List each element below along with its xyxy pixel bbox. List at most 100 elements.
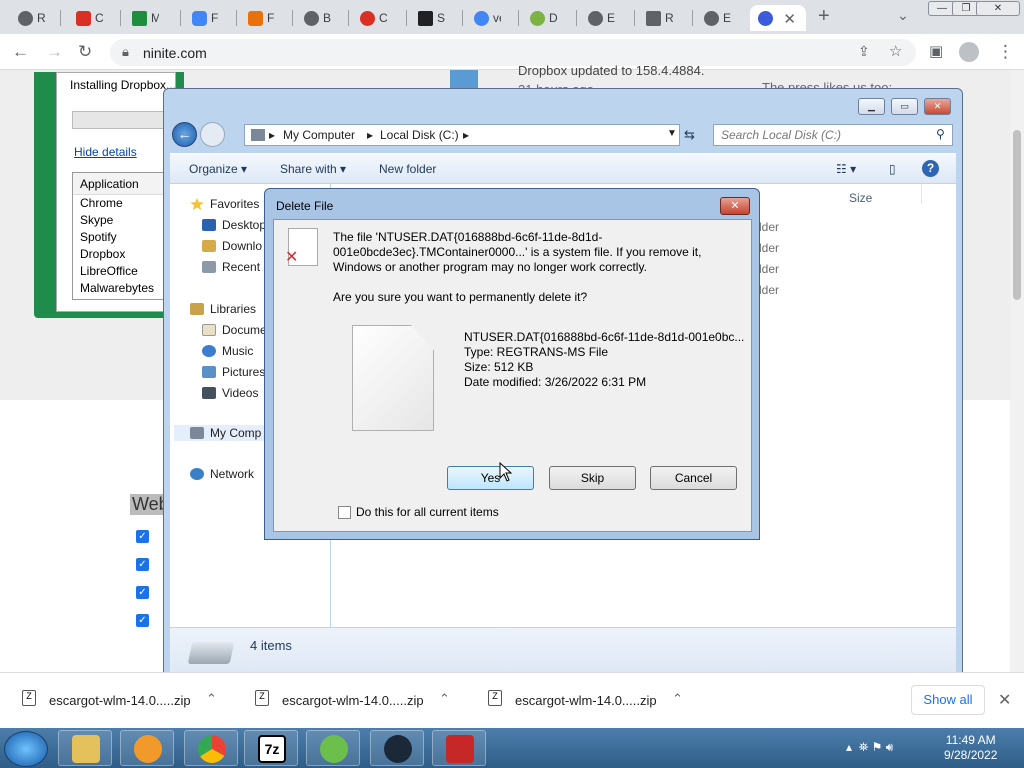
file-date-modified: Date modified: 3/26/2022 6:31 PM xyxy=(464,375,647,389)
size-column-header[interactable]: Size xyxy=(849,191,872,205)
browser-tab[interactable]: Fre xyxy=(240,5,275,31)
taskbar-7zip[interactable]: 7z xyxy=(244,730,298,766)
clock-time: 11:49 AM xyxy=(945,733,996,747)
nav-favorites[interactable]: Favorites xyxy=(190,197,259,211)
browser-tab-active[interactable]: ✕ xyxy=(750,5,806,31)
close-icon[interactable]: ✕ xyxy=(998,690,1011,710)
page-scrollbar[interactable] xyxy=(1010,70,1024,672)
explorer-search-input[interactable]: Search Local Disk (C:) ⚲ xyxy=(713,124,953,146)
explorer-address-bar[interactable]: ▸ My Computer ▸ Local Disk (C:) ▸ ▼ xyxy=(244,124,680,146)
browser-tab[interactable]: Do xyxy=(522,5,557,31)
nav-videos[interactable]: Videos xyxy=(202,386,258,400)
yes-button[interactable]: Yes xyxy=(447,466,534,490)
search-placeholder: Search Local Disk (C:) xyxy=(721,128,842,142)
apply-all-checkbox[interactable] xyxy=(338,506,351,519)
browser-tab[interactable]: Cli xyxy=(68,5,103,31)
hide-details-link[interactable]: Hide details xyxy=(74,145,137,159)
breadcrumb-item[interactable]: My Computer xyxy=(283,128,355,142)
profile-avatar-icon[interactable] xyxy=(959,42,979,62)
taskbar-clock[interactable]: 11:49 AM 9/28/2022 xyxy=(944,733,997,763)
browser-tab[interactable]: E2C xyxy=(696,5,731,31)
browser-tab[interactable]: Fre xyxy=(184,5,219,31)
tab-favicon-icon xyxy=(646,10,661,26)
back-arrow-icon[interactable]: ← xyxy=(12,42,29,62)
search-icon: ⚲ xyxy=(936,127,945,141)
chevron-up-icon[interactable]: ⌃ xyxy=(206,691,217,707)
cancel-button[interactable]: Cancel xyxy=(650,466,737,490)
tab-favicon-icon xyxy=(474,10,489,26)
forward-arrow-icon[interactable] xyxy=(200,122,225,147)
chevron-down-icon[interactable]: ⌄ xyxy=(897,7,909,24)
dialog-question: Are you sure you want to permanently del… xyxy=(333,290,588,304)
apply-all-label[interactable]: Do this for all current items xyxy=(356,505,499,519)
back-arrow-icon[interactable]: ← xyxy=(172,122,197,147)
download-item[interactable]: escargot-wlm-14.0.....zip xyxy=(282,693,424,708)
share-icon[interactable]: ⇪ xyxy=(858,43,870,60)
dialog-close-button[interactable]: ✕ xyxy=(720,197,750,215)
chevron-up-icon[interactable]: ⌃ xyxy=(439,691,450,707)
menu-kebab-icon[interactable]: ⋮ xyxy=(997,42,1014,62)
browser-tab[interactable]: veg xyxy=(466,5,501,31)
browser-tab[interactable]: Blo xyxy=(296,5,331,31)
reload-icon[interactable]: ↻ xyxy=(78,42,92,62)
nav-documents[interactable]: Docume xyxy=(202,323,267,337)
taskbar-ninite[interactable] xyxy=(432,730,486,766)
bookmark-star-icon[interactable]: ☆ xyxy=(889,42,902,60)
new-tab-icon[interactable]: + xyxy=(818,5,830,28)
nav-network[interactable]: Network xyxy=(190,467,254,481)
explorer-command-bar: Organize ▾ Share with ▾ New folder ☷ ▾ ▯… xyxy=(170,153,956,183)
browser-tab[interactable]: Ste xyxy=(410,5,445,31)
nav-desktop[interactable]: Desktop xyxy=(202,218,266,232)
browser-tab[interactable]: Rev xyxy=(638,5,673,31)
browser-tab[interactable]: Ma xyxy=(124,5,159,31)
documents-icon xyxy=(202,324,216,336)
help-icon[interactable]: ? xyxy=(922,160,939,177)
taskbar-steam[interactable] xyxy=(370,730,424,766)
explorer-close-button[interactable]: ✕ xyxy=(924,98,951,115)
app-checkbox[interactable]: ✓ xyxy=(136,586,149,599)
taskbar-media-player[interactable] xyxy=(120,730,174,766)
chevron-up-icon[interactable]: ⌃ xyxy=(672,691,683,707)
forward-arrow-icon[interactable]: → xyxy=(46,42,63,62)
organize-button[interactable]: Organize ▾ xyxy=(189,162,247,176)
nav-downloads[interactable]: Downlo xyxy=(202,239,262,253)
taskbar-messenger[interactable] xyxy=(306,730,360,766)
app-list-header: Application xyxy=(73,173,171,195)
tab-favicon-icon xyxy=(248,10,263,26)
skip-button[interactable]: Skip xyxy=(549,466,636,490)
system-tray[interactable]: ▴ ⛯ ⚑ 🔊︎ xyxy=(846,740,893,755)
download-item[interactable]: escargot-wlm-14.0.....zip xyxy=(49,693,191,708)
browser-tab[interactable]: Ro xyxy=(10,5,45,31)
app-checkbox[interactable]: ✓ xyxy=(136,614,149,627)
browser-tab[interactable]: E2C xyxy=(580,5,615,31)
show-all-button[interactable]: Show all xyxy=(911,685,985,715)
close-button[interactable]: ✕ xyxy=(976,1,1020,16)
app-checkbox[interactable]: ✓ xyxy=(136,530,149,543)
dropdown-arrow-icon[interactable]: ▼ xyxy=(667,128,677,139)
folder-icon xyxy=(72,735,100,763)
side-panel-icon[interactable]: ▣ xyxy=(929,42,943,60)
taskbar-explorer[interactable] xyxy=(58,730,112,766)
videos-icon xyxy=(202,387,216,399)
taskbar-chrome[interactable] xyxy=(184,730,238,766)
start-button[interactable] xyxy=(4,731,48,767)
refresh-icon[interactable]: ⇆ xyxy=(684,127,695,143)
explorer-minimize-button[interactable]: ▁ xyxy=(858,98,885,115)
close-tab-icon[interactable]: ✕ xyxy=(783,10,796,28)
share-with-button[interactable]: Share with ▾ xyxy=(280,162,346,176)
browser-tab[interactable]: Co xyxy=(352,5,387,31)
tab-favicon-icon xyxy=(192,10,207,26)
nav-pictures[interactable]: Pictures xyxy=(202,365,265,379)
view-options-icon[interactable]: ☷ ▾ xyxy=(836,162,856,176)
new-folder-button[interactable]: New folder xyxy=(379,162,436,176)
lock-icon[interactable]: 🔒︎ xyxy=(122,44,129,60)
address-bar[interactable]: 🔒︎ ninite.com ⇪ ☆ xyxy=(110,39,916,66)
nav-music[interactable]: Music xyxy=(202,344,253,358)
explorer-maximize-button[interactable]: ▭ xyxy=(891,98,918,115)
nav-libraries[interactable]: Libraries xyxy=(190,302,256,316)
nav-recent-places[interactable]: Recent P xyxy=(202,260,271,274)
breadcrumb-item[interactable]: Local Disk (C:) xyxy=(380,128,459,142)
preview-pane-icon[interactable]: ▯ xyxy=(889,162,896,176)
download-item[interactable]: escargot-wlm-14.0.....zip xyxy=(515,693,657,708)
app-checkbox[interactable]: ✓ xyxy=(136,558,149,571)
